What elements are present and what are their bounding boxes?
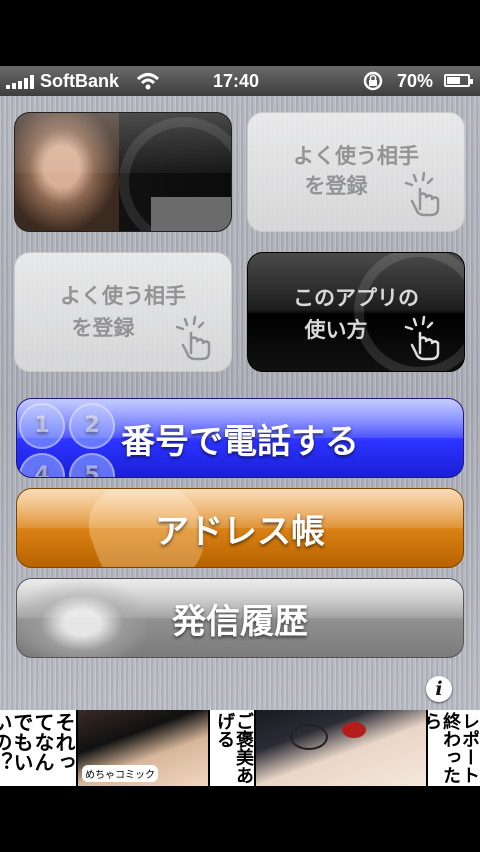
- status-bar: SoftBank 17:40 70%: [0, 66, 480, 96]
- eye-illustration: [342, 722, 366, 738]
- ad-panel: ご褒美あげる: [210, 710, 256, 786]
- dial-number-label: 番号で電話する: [121, 421, 359, 462]
- clock: 17:40: [213, 71, 260, 91]
- ad-speech-text: レポート終わったら: [428, 712, 480, 784]
- address-book-button[interactable]: アドレス帳: [16, 488, 464, 568]
- main-screen: よく使う相手 を登録 よく使う相手 を登録 このアプリの 使い方 4 5 番号で…: [0, 96, 480, 710]
- tap-finger-icon: [404, 315, 440, 361]
- bottom-area: [0, 786, 480, 852]
- tap-finger-icon: [404, 171, 440, 217]
- call-history-button[interactable]: 発信履歴: [16, 578, 464, 658]
- ad-panel: それってなんでもいいの？: [0, 710, 78, 786]
- keypad-key: 5: [69, 453, 115, 477]
- info-icon[interactable]: i: [426, 676, 452, 702]
- register-favorite-button-2[interactable]: よく使う相手 を登録: [14, 252, 232, 372]
- favorite-contact-photo-tile[interactable]: [14, 112, 232, 232]
- tile-label-line1: よく使う相手: [60, 284, 186, 308]
- battery-percentage: 70%: [397, 71, 434, 91]
- tile-label-line1: このアプリの: [293, 286, 419, 310]
- ad-speech-text: ご褒美あげる: [214, 712, 254, 784]
- ad-speech-text: それってなんでもいいの？: [0, 712, 76, 772]
- keypad-key: 4: [19, 453, 65, 477]
- how-to-use-button[interactable]: このアプリの 使い方: [247, 252, 465, 372]
- dial-number-button[interactable]: 1 2 4 5 番号で電話する: [16, 398, 464, 478]
- rotation-lock-icon: [363, 71, 383, 91]
- manga-ad-banner[interactable]: それってなんでもいいの？ めちゃコミック ご褒美あげる レポート終わったら: [0, 710, 480, 786]
- signal-strength-icon: [6, 75, 34, 89]
- ad-caption: めちゃコミック: [82, 765, 158, 782]
- tap-finger-icon: [175, 315, 211, 361]
- ad-panel-character: めちゃコミック: [78, 710, 210, 786]
- glasses-illustration: [290, 724, 328, 750]
- wifi-icon: [136, 73, 160, 90]
- register-favorite-button-1[interactable]: よく使う相手 を登録: [247, 112, 465, 232]
- ad-panel-character: [256, 710, 428, 786]
- call-history-label: 発信履歴: [172, 601, 308, 642]
- battery-icon: [444, 74, 473, 87]
- address-book-label: アドレス帳: [155, 511, 325, 552]
- contact-name-mosaic: [151, 197, 231, 231]
- carrier-name: SoftBank: [40, 71, 120, 91]
- ad-panel: レポート終わったら: [428, 710, 480, 786]
- tile-label-line1: よく使う相手: [293, 144, 419, 168]
